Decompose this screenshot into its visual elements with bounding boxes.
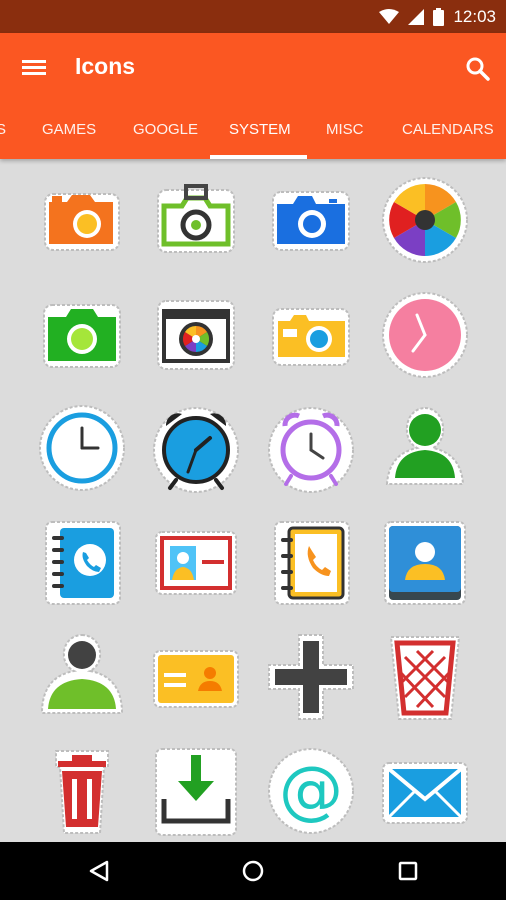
back-triangle-icon <box>89 860 109 882</box>
grid-item[interactable] <box>32 741 132 841</box>
grid-item[interactable] <box>261 398 361 498</box>
grid-item[interactable] <box>32 285 132 385</box>
icon-grid: @ <box>0 159 506 842</box>
camera-green-flat-icon <box>43 304 121 368</box>
status-time: 12:03 <box>453 6 496 26</box>
camera-dark-icon <box>157 300 235 370</box>
grid-item[interactable] <box>32 170 132 270</box>
alarm-clock-purple-icon <box>268 407 354 493</box>
search-icon <box>466 57 490 81</box>
grid-item[interactable] <box>375 741 475 841</box>
phonebook-yellow-icon <box>274 521 350 605</box>
app-bar: Icons S GAMES GOOGLE SYSTEM MISC CALENDA… <box>0 33 506 159</box>
at-sign-icon: @ <box>268 748 354 834</box>
person-icon <box>40 633 124 714</box>
grid-item[interactable] <box>375 627 475 727</box>
recents-square-icon <box>398 861 418 881</box>
grid-item[interactable] <box>146 627 246 727</box>
camera-orange-icon <box>44 193 120 251</box>
tab-system[interactable]: SYSTEM <box>229 121 291 138</box>
grid-item[interactable] <box>146 285 246 385</box>
menu-button[interactable] <box>16 51 56 83</box>
trash-can-icon <box>55 750 109 834</box>
navigation-bar <box>0 842 506 900</box>
signal-icon <box>408 8 425 25</box>
home-circle-icon <box>242 860 264 882</box>
email-icon <box>382 762 468 824</box>
tab-bar: S GAMES GOOGLE SYSTEM MISC CALENDARS <box>0 99 506 159</box>
trash-basket-icon <box>389 636 461 720</box>
grid-item[interactable] <box>32 627 132 727</box>
contact-green-icon <box>385 406 465 485</box>
clock-pink-icon <box>382 292 468 378</box>
contacts-app-icon <box>384 521 466 605</box>
grid-item[interactable] <box>146 741 246 841</box>
status-icons: 12:03 <box>379 0 496 33</box>
download-icon <box>155 748 237 836</box>
page-title: Icons <box>75 53 136 79</box>
id-card-icon <box>153 650 239 708</box>
grid-item[interactable] <box>261 285 361 385</box>
battery-icon <box>433 7 445 26</box>
alarm-clock-blue-icon <box>153 407 239 493</box>
clock-blue-icon <box>39 405 125 491</box>
grid-item[interactable] <box>146 170 246 270</box>
hamburger-menu-icon <box>22 60 46 75</box>
grid-item[interactable] <box>261 627 361 727</box>
grid-item[interactable] <box>261 512 361 612</box>
grid-item[interactable] <box>146 398 246 498</box>
grid-item[interactable] <box>32 512 132 612</box>
grid-item[interactable] <box>375 285 475 385</box>
tab-games[interactable]: GAMES <box>42 121 96 138</box>
status-bar: 12:03 <box>0 0 506 33</box>
tab-google[interactable]: GOOGLE <box>133 121 198 138</box>
back-button[interactable] <box>85 856 115 886</box>
grid-item[interactable] <box>32 398 132 498</box>
grid-item[interactable] <box>261 170 361 270</box>
tab-misc[interactable]: MISC <box>326 121 364 138</box>
recents-button[interactable] <box>393 856 423 886</box>
contact-card-icon <box>155 531 237 595</box>
tab-partial[interactable]: S <box>0 121 6 138</box>
plus-icon <box>268 634 354 720</box>
grid-item[interactable]: @ <box>261 741 361 841</box>
search-button[interactable] <box>460 51 496 87</box>
grid-item[interactable] <box>375 512 475 612</box>
tab-calendars[interactable]: CALENDARS <box>402 121 494 138</box>
aperture-icon <box>382 177 468 263</box>
grid-item[interactable] <box>375 170 475 270</box>
grid-item[interactable] <box>375 398 475 498</box>
phonebook-blue-icon <box>45 521 121 605</box>
svg-text:@: @ <box>279 754 343 828</box>
grid-item[interactable] <box>146 512 246 612</box>
camera-yellow-icon <box>272 308 350 366</box>
camera-green-icon <box>157 184 235 253</box>
wifi-icon <box>379 8 400 24</box>
camera-blue-icon <box>272 191 350 251</box>
home-button[interactable] <box>238 856 268 886</box>
